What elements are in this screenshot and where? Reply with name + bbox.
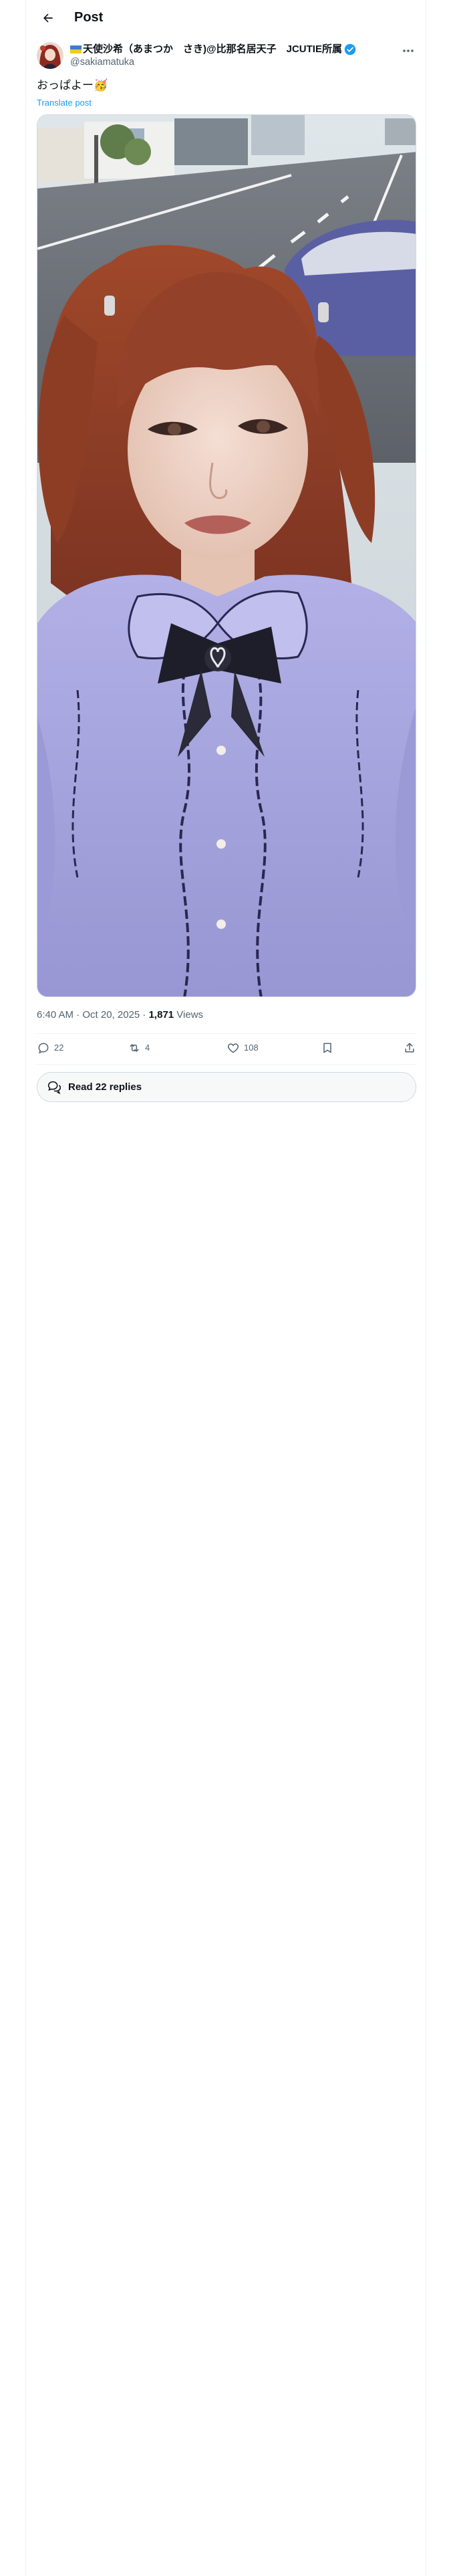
translate-post-link[interactable]: Translate post bbox=[37, 98, 92, 108]
read-replies-label: Read 22 replies bbox=[68, 1081, 142, 1093]
divider bbox=[37, 1033, 416, 1034]
more-options-button[interactable] bbox=[400, 44, 416, 58]
heart-icon bbox=[227, 1043, 239, 1053]
post-photo[interactable] bbox=[37, 114, 416, 997]
read-replies-button[interactable]: Read 22 replies bbox=[37, 1072, 416, 1102]
post-timestamp-views: 6:40 AM · Oct 20, 2025 · 1,871 Views bbox=[37, 1008, 203, 1022]
author-handle[interactable]: @sakiamatuka bbox=[70, 56, 134, 69]
repost-button[interactable]: 4 bbox=[128, 1041, 150, 1055]
post-time[interactable]: 6:40 AM · Oct 20, 2025 · bbox=[37, 1009, 149, 1021]
reply-bubble-icon bbox=[38, 1043, 49, 1054]
arrow-left-icon bbox=[43, 13, 53, 23]
author-name-row: 天使沙希（あまつか さき)@比那名居天子 JCUTIE所属 bbox=[70, 43, 356, 56]
repost-count: 4 bbox=[145, 1043, 150, 1053]
back-button[interactable] bbox=[37, 7, 59, 29]
action-bar: 22 4 108 bbox=[37, 1035, 416, 1063]
main-column: Post 天使沙希（あまつか さき)@比那名居天子 JCUTIE所属 @saki… bbox=[25, 0, 426, 2576]
reply-button[interactable]: 22 bbox=[37, 1041, 63, 1055]
ukraine-flag-icon bbox=[70, 45, 82, 53]
bookmark-icon bbox=[323, 1043, 331, 1053]
bookmark-button[interactable] bbox=[321, 1041, 334, 1055]
share-icon bbox=[405, 1043, 414, 1053]
divider bbox=[37, 1064, 416, 1065]
more-dots-icon bbox=[403, 49, 414, 52]
post-text: おっぱよー🥳 bbox=[37, 79, 108, 92]
like-count: 108 bbox=[244, 1043, 259, 1053]
author-display-name[interactable]: 天使沙希（あまつか さき)@比那名居天子 JCUTIE所属 bbox=[83, 43, 342, 56]
avatar[interactable] bbox=[37, 42, 63, 69]
top-bar: Post bbox=[26, 0, 427, 35]
views-count: 1,871 bbox=[148, 1009, 174, 1021]
repost-icon bbox=[130, 1044, 139, 1052]
verified-badge-icon bbox=[344, 43, 356, 56]
views-label: Views bbox=[174, 1009, 204, 1021]
share-button[interactable] bbox=[403, 1041, 416, 1055]
like-button[interactable]: 108 bbox=[227, 1041, 259, 1055]
page-title: Post bbox=[74, 10, 104, 25]
reply-count: 22 bbox=[54, 1043, 64, 1053]
reply-bubbles-icon bbox=[47, 1081, 61, 1094]
